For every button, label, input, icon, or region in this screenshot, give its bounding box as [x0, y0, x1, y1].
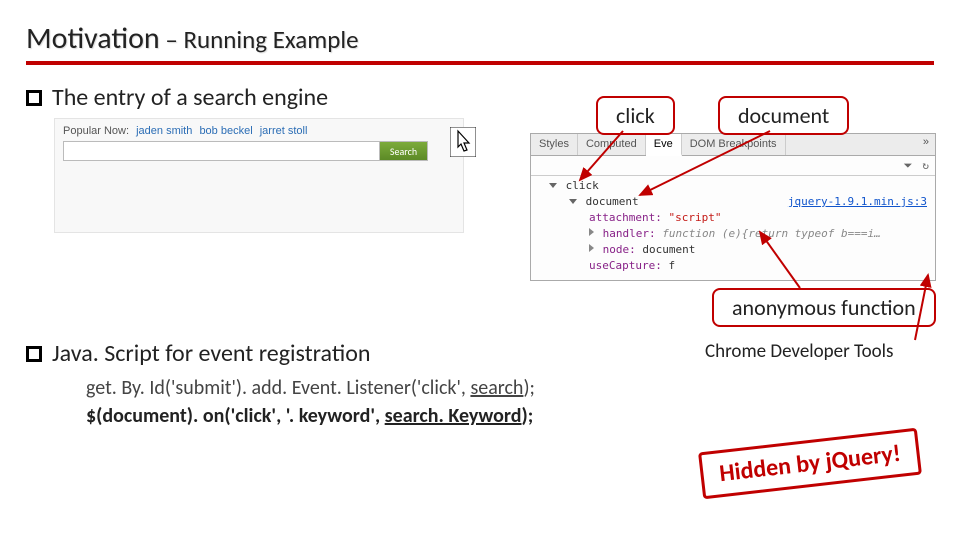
- search-engine-panel: Popular Now: jaden smith bob beckel jarr…: [54, 118, 464, 233]
- callout-text: anonymous function: [732, 294, 916, 321]
- tree-attachment-row: attachment: "script": [535, 210, 931, 226]
- code-line-2: $(document). on('click', '. keyword', se…: [86, 402, 934, 430]
- popular-link[interactable]: bob beckel: [199, 125, 252, 137]
- popular-now-label: Popular Now:: [63, 125, 129, 137]
- popular-link[interactable]: jaden smith: [136, 125, 192, 137]
- bullet-square-icon: [26, 346, 42, 362]
- callout-anonymous-fn: anonymous function: [712, 288, 936, 327]
- stamp-text: Hidden by jQuery!: [718, 439, 902, 488]
- pointer-cursor-icon: [450, 127, 476, 157]
- callout-click: click: [596, 96, 675, 135]
- chevron-down-icon: [569, 199, 577, 204]
- devtools-caption: Chrome Developer Tools: [705, 340, 893, 363]
- chevron-down-icon: [549, 183, 557, 188]
- popular-now-row: Popular Now: jaden smith bob beckel jarr…: [63, 125, 455, 137]
- callout-document: document: [718, 96, 849, 135]
- devtools-tab-events[interactable]: Eve: [646, 134, 682, 156]
- code-text: );: [522, 404, 534, 428]
- search-control: Search: [63, 141, 428, 161]
- search-input[interactable]: [64, 142, 379, 160]
- devtools-tab-computed[interactable]: Computed: [578, 134, 646, 155]
- code-fn-name: search. Keyword: [385, 404, 522, 428]
- devtools-tab-dombreak[interactable]: DOM Breakpoints: [682, 134, 786, 155]
- tree-click-row[interactable]: click: [535, 178, 931, 194]
- devtools-event-tree: click document jquery-1.9.1.min.js:3 att…: [531, 176, 935, 280]
- jquery-source-link[interactable]: jquery-1.9.1.min.js:3: [788, 194, 927, 210]
- slide-title-main: Motivation: [26, 20, 160, 57]
- funnel-icon[interactable]: ⏷: [904, 159, 913, 173]
- tree-click-label: click: [566, 179, 599, 192]
- tree-node-row: node: document: [535, 242, 931, 258]
- devtools-toolbar: ⏷ ↻: [531, 156, 935, 176]
- refresh-icon[interactable]: ↻: [922, 159, 929, 172]
- prop-val-fn: function (e){return typeof b===i…: [662, 227, 881, 240]
- tree-document-label: document: [586, 195, 639, 208]
- code-block: get. By. Id('submit'). add. Event. Liste…: [86, 374, 934, 430]
- tree-document-row[interactable]: document jquery-1.9.1.min.js:3: [535, 194, 931, 210]
- bullet-square-icon: [26, 90, 42, 106]
- chevron-right-icon: [589, 228, 594, 236]
- prop-key: useCapture:: [589, 259, 662, 272]
- devtools-panel: Styles Computed Eve DOM Breakpoints » ⏷ …: [530, 133, 936, 281]
- prop-key: attachment:: [589, 211, 662, 224]
- bullet-js-text: Java. Script for event registration: [52, 339, 370, 368]
- code-fn-name: search: [470, 376, 523, 400]
- prop-val: "script": [668, 211, 721, 224]
- devtools-tab-styles[interactable]: Styles: [531, 134, 578, 155]
- popular-link[interactable]: jarret stoll: [260, 125, 308, 137]
- prop-key: node:: [603, 243, 636, 256]
- code-text: get. By. Id('submit'). add. Event. Liste…: [86, 376, 470, 400]
- devtools-tabbar: Styles Computed Eve DOM Breakpoints »: [531, 134, 935, 156]
- prop-val: f: [668, 259, 675, 272]
- devtools-tabs-overflow-icon[interactable]: »: [917, 134, 935, 155]
- caption-text: Chrome Developer Tools: [705, 340, 893, 363]
- prop-key: handler:: [603, 227, 656, 240]
- tree-handler-row: handler: function (e){return typeof b===…: [535, 226, 931, 242]
- chevron-right-icon: [589, 244, 594, 252]
- search-button[interactable]: Search: [379, 142, 427, 160]
- tree-usecapture-row: useCapture: f: [535, 258, 931, 274]
- slide-title-sub: – Running Example: [160, 24, 359, 55]
- callout-text: document: [738, 102, 829, 129]
- bullet-entry-text: The entry of a search engine: [52, 83, 328, 112]
- code-text: $(document). on('click', '. keyword',: [86, 404, 385, 428]
- callout-text: click: [616, 102, 655, 129]
- hidden-by-jquery-stamp: Hidden by jQuery!: [698, 428, 922, 500]
- code-line-1: get. By. Id('submit'). add. Event. Liste…: [86, 374, 934, 402]
- prop-val: document: [642, 243, 695, 256]
- code-text: );: [523, 376, 534, 400]
